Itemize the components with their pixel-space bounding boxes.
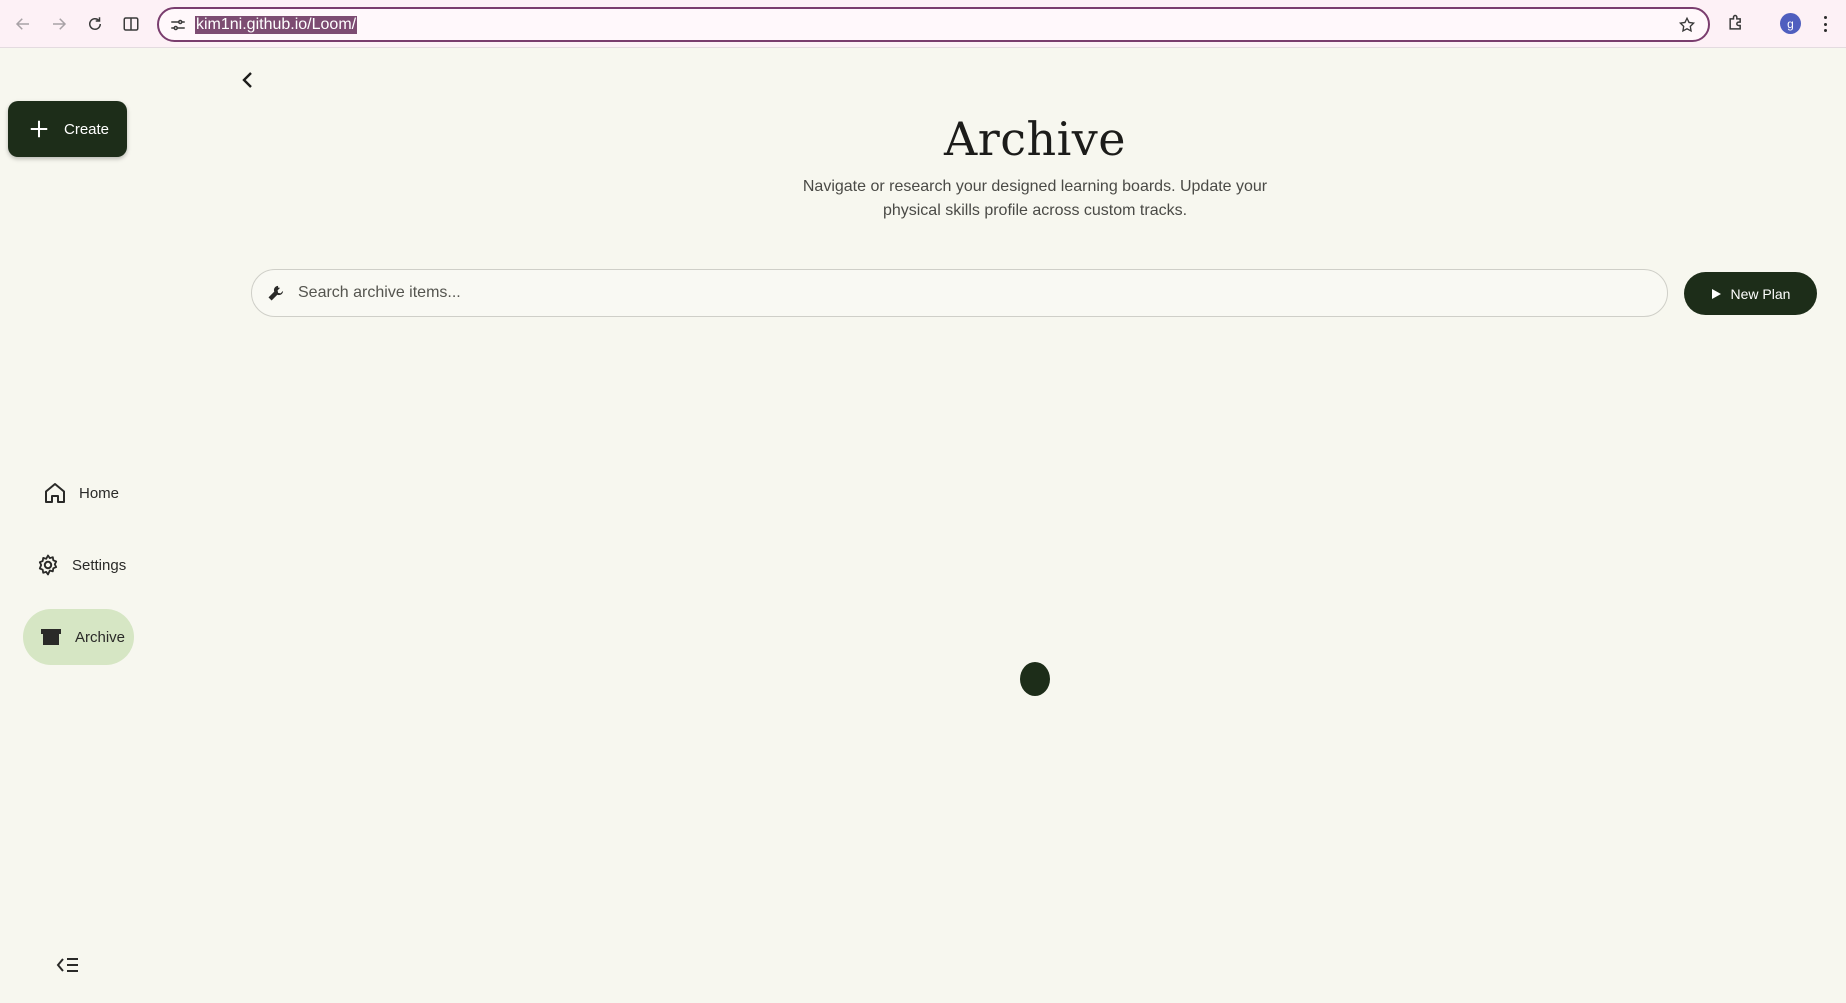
loading-spinner <box>1020 662 1050 696</box>
browser-toolbar: kim1ni.github.io/Loom/ g <box>0 0 1846 48</box>
page-subtitle: Navigate or research your designed learn… <box>802 178 1268 219</box>
wrench-icon <box>268 285 284 301</box>
gear-icon <box>38 554 58 576</box>
sidebar-item-label: Settings <box>72 556 127 574</box>
home-icon <box>45 483 65 503</box>
search-input[interactable] <box>298 284 1598 302</box>
archive-icon <box>41 629 61 645</box>
new-plan-label: New Plan <box>1730 285 1791 302</box>
sidebar-item-label: Archive <box>75 628 126 646</box>
browser-menu-button[interactable] <box>1818 14 1832 34</box>
reload-icon <box>89 17 101 30</box>
bookmark-star-icon[interactable] <box>1678 16 1696 34</box>
browser-back-button[interactable] <box>9 10 37 38</box>
split-view-button[interactable] <box>117 10 145 38</box>
new-plan-button[interactable]: New Plan <box>1684 272 1817 315</box>
sidebar-item-settings[interactable]: Settings <box>36 553 126 577</box>
play-icon <box>1711 288 1721 299</box>
back-chevron-icon[interactable] <box>236 68 260 92</box>
collapse-sidebar-icon[interactable] <box>56 955 80 975</box>
site-info-icon[interactable] <box>169 16 187 34</box>
sidebar-item-archive[interactable]: Archive <box>23 609 134 665</box>
arrow-left-icon <box>15 18 29 30</box>
sidebar-item-label: Home <box>79 484 120 502</box>
arrow-right-icon <box>53 18 67 30</box>
sidebar-item-home[interactable]: Home <box>43 481 119 505</box>
profile-avatar[interactable]: g <box>1780 13 1801 34</box>
address-bar[interactable]: kim1ni.github.io/Loom/ <box>157 7 1710 42</box>
split-view-icon <box>123 17 139 31</box>
page-title: Archive <box>943 112 1127 166</box>
search-field[interactable] <box>251 269 1668 317</box>
extensions-icon[interactable] <box>1726 13 1746 33</box>
url-text[interactable]: kim1ni.github.io/Loom/ <box>195 16 358 34</box>
browser-forward-button[interactable] <box>45 10 73 38</box>
browser-reload-button[interactable] <box>81 10 109 38</box>
